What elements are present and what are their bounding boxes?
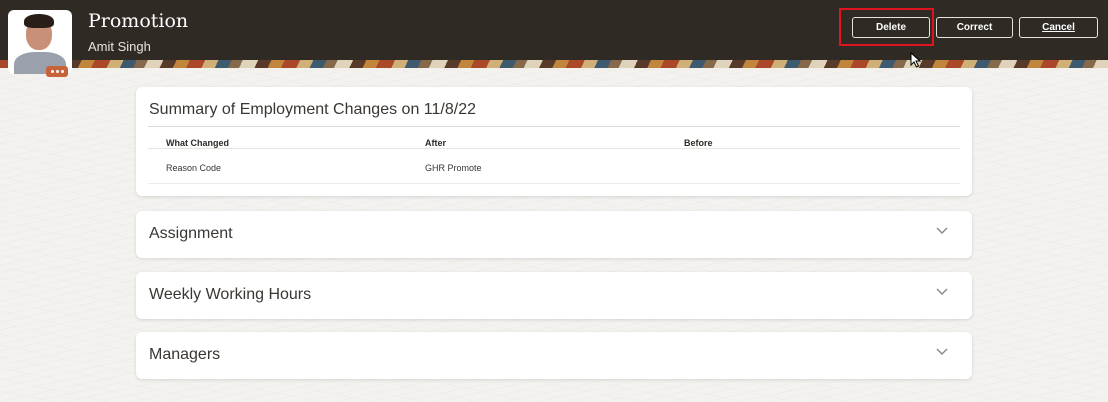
section-assignment[interactable]: Assignment xyxy=(136,211,972,258)
person-name: Amit Singh xyxy=(88,39,151,54)
page-title: Promotion xyxy=(88,10,189,32)
column-header-after: After xyxy=(425,138,447,148)
chevron-down-icon[interactable] xyxy=(936,288,948,296)
chevron-down-icon[interactable] xyxy=(936,227,948,235)
cancel-button[interactable]: Cancel xyxy=(1019,17,1098,38)
cell-what-changed: Reason Code xyxy=(166,163,222,173)
avatar[interactable] xyxy=(8,10,72,74)
mouse-pointer-icon xyxy=(910,52,922,68)
page-header: Promotion Amit Singh Delete Correct Canc… xyxy=(0,0,1108,68)
section-title: Assignment xyxy=(149,225,233,242)
column-header-before: Before xyxy=(684,138,713,148)
chevron-down-icon[interactable] xyxy=(936,348,948,356)
summary-divider xyxy=(148,126,960,127)
column-header-what-changed: What Changed xyxy=(166,138,229,148)
summary-title: Summary of Employment Changes on 11/8/22 xyxy=(149,101,476,118)
summary-card: Summary of Employment Changes on 11/8/22… xyxy=(136,87,972,196)
more-options-icon[interactable] xyxy=(46,66,68,77)
section-managers[interactable]: Managers xyxy=(136,332,972,379)
table-header-divider xyxy=(148,148,960,149)
table-row-divider xyxy=(148,183,960,184)
cell-after: GHR Promote xyxy=(425,163,482,173)
section-weekly-working-hours[interactable]: Weekly Working Hours xyxy=(136,272,972,319)
avatar-hair xyxy=(24,14,54,28)
correct-button[interactable]: Correct xyxy=(936,17,1013,38)
header-decorative-pattern xyxy=(0,60,1108,68)
section-title: Weekly Working Hours xyxy=(149,286,312,303)
section-title: Managers xyxy=(149,346,221,363)
delete-button[interactable]: Delete xyxy=(852,17,930,38)
